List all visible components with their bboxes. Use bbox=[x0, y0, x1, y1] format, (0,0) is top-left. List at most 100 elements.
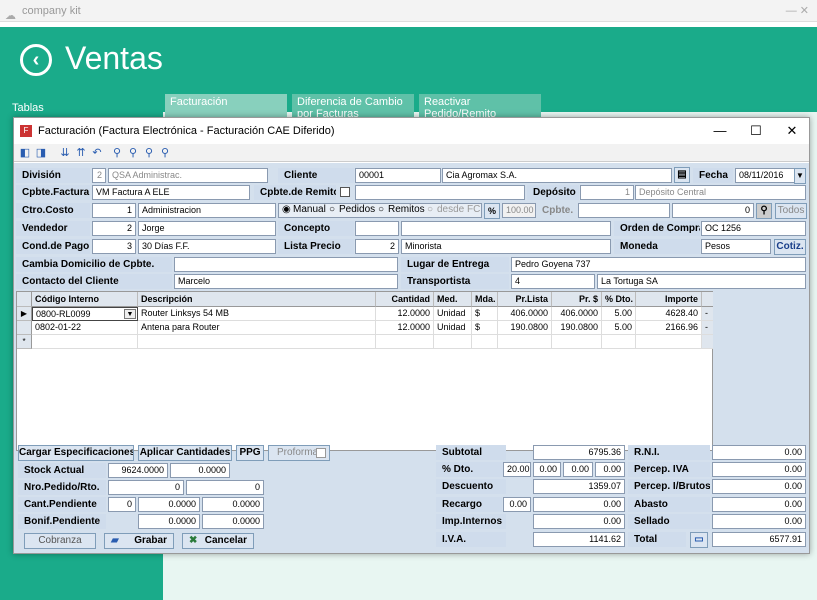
new-row-prlista[interactable] bbox=[498, 335, 552, 349]
stock-actual-field-2[interactable]: 0.0000 bbox=[170, 463, 230, 478]
cpbte-num-field[interactable]: 0 bbox=[672, 203, 754, 218]
cliente-code-field[interactable]: 00001 bbox=[355, 168, 441, 183]
undo-icon[interactable]: ↶ bbox=[90, 146, 104, 160]
contacto-field[interactable]: Marcelo bbox=[174, 274, 398, 289]
new-row-marker[interactable]: * bbox=[17, 335, 32, 349]
row-1-importe[interactable]: 4628.40 bbox=[636, 307, 702, 321]
cpbte-factura-field[interactable]: VM Factura A ELE bbox=[92, 185, 250, 200]
cpbte-remito-field[interactable] bbox=[355, 185, 525, 200]
header-mda[interactable]: Mda. bbox=[472, 292, 498, 307]
new-row-codigo[interactable] bbox=[32, 335, 138, 349]
pct-button[interactable]: % bbox=[484, 203, 500, 219]
minimize-icon[interactable]: — bbox=[710, 122, 730, 140]
row-1-mda[interactable]: $ bbox=[472, 307, 498, 321]
dto-field-1[interactable]: 20.00 bbox=[503, 462, 531, 477]
radio-manual-label[interactable]: Manual bbox=[293, 203, 326, 217]
header-cantidad[interactable]: Cantidad bbox=[376, 292, 434, 307]
cant-pendiente-field[interactable]: 0 bbox=[108, 497, 136, 512]
cobranza-button[interactable]: Cobranza bbox=[24, 533, 96, 549]
radio-pedidos-icon[interactable]: ○ bbox=[329, 203, 335, 217]
row-2-med[interactable]: Unidad bbox=[434, 321, 472, 335]
orden-compra-field[interactable]: OC 1256 bbox=[701, 221, 806, 236]
row-2-dto[interactable]: 5.00 bbox=[602, 321, 636, 335]
recargo-pct-field[interactable]: 0.00 bbox=[503, 497, 531, 512]
fecha-dropdown-icon[interactable]: ▼ bbox=[794, 168, 806, 184]
cargar-especificaciones-button[interactable]: Cargar Especificaciones bbox=[18, 445, 134, 461]
row-2-prlista[interactable]: 190.0800 bbox=[498, 321, 552, 335]
row-2-pr[interactable]: 190.0800 bbox=[552, 321, 602, 335]
concepto-name-field[interactable] bbox=[401, 221, 611, 236]
row-1-prlista[interactable]: 406.0000 bbox=[498, 307, 552, 321]
radio-pedidos-label[interactable]: Pedidos bbox=[339, 203, 375, 217]
dto-field-2[interactable]: 0.00 bbox=[533, 462, 561, 477]
cpbte-remito-checkbox[interactable] bbox=[340, 187, 350, 197]
deposito-code-field[interactable]: 1 bbox=[580, 185, 634, 200]
lista-code-field[interactable]: 2 bbox=[355, 239, 399, 254]
cliente-lookup-icon[interactable]: ▤ bbox=[674, 167, 690, 183]
division-name-field[interactable]: QSA Administrac. bbox=[108, 168, 268, 183]
cambia-domicilio-field[interactable] bbox=[174, 257, 398, 272]
new-row-med[interactable] bbox=[434, 335, 472, 349]
row-2-mda[interactable]: $ bbox=[472, 321, 498, 335]
bonif-pendiente-field[interactable]: 0.0000 bbox=[138, 514, 200, 529]
row-1-desc[interactable]: Router Linksys 54 MB bbox=[138, 307, 376, 321]
cant-pendiente-field-2[interactable]: 0.0000 bbox=[138, 497, 200, 512]
cond-code-field[interactable]: 3 bbox=[92, 239, 136, 254]
next-record-icon[interactable]: ◨ bbox=[34, 146, 48, 160]
bonif-pendiente-field-2[interactable]: 0.0000 bbox=[202, 514, 264, 529]
header-importe[interactable]: Importe bbox=[636, 292, 702, 307]
dto-field-3[interactable]: 0.00 bbox=[563, 462, 593, 477]
cancelar-label[interactable]: Cancelar bbox=[205, 535, 247, 546]
aplicar-cantidades-button[interactable]: Aplicar Cantidades bbox=[138, 445, 232, 461]
row-2-importe[interactable]: 2166.96 bbox=[636, 321, 702, 335]
grabar-button[interactable]: ▰ Grabar bbox=[104, 533, 174, 549]
search-next-icon[interactable]: ⚲ bbox=[126, 146, 140, 160]
dto-field-4[interactable]: 0.00 bbox=[595, 462, 625, 477]
row-1-dto[interactable]: 5.00 bbox=[602, 307, 636, 321]
row-1-codigo[interactable]: 0800-RL0099 ▼ bbox=[32, 307, 138, 321]
transp-name-field[interactable]: La Tortuga SA bbox=[597, 274, 806, 289]
grabar-label[interactable]: Grabar bbox=[134, 535, 167, 546]
new-row-desc[interactable] bbox=[138, 335, 376, 349]
stock-actual-field[interactable]: 9624.0000 bbox=[108, 463, 168, 478]
header-med[interactable]: Med. bbox=[434, 292, 472, 307]
maximize-icon[interactable]: ☐ bbox=[746, 122, 766, 140]
vendedor-code-field[interactable]: 2 bbox=[92, 221, 136, 236]
fecha-field[interactable]: 08/11/2016 bbox=[735, 168, 795, 183]
nro-rto-field[interactable]: 0 bbox=[186, 480, 264, 495]
header-prlista[interactable]: Pr.Lista bbox=[498, 292, 552, 307]
new-row-dto[interactable] bbox=[602, 335, 636, 349]
concepto-code-field[interactable] bbox=[355, 221, 399, 236]
nro-pedido-field[interactable]: 0 bbox=[108, 480, 184, 495]
row-marker[interactable]: ▶ bbox=[17, 307, 32, 321]
tab-facturacion[interactable]: Facturación bbox=[165, 94, 287, 118]
new-row-importe[interactable] bbox=[636, 335, 702, 349]
close-icon[interactable]: ✕ bbox=[782, 122, 802, 140]
new-row-cant[interactable] bbox=[376, 335, 434, 349]
back-arrow-icon[interactable]: ‹ bbox=[20, 44, 52, 76]
save-up-icon[interactable]: ⇈ bbox=[74, 146, 88, 160]
row-1-cant[interactable]: 12.0000 bbox=[376, 307, 434, 321]
moneda-field[interactable]: Pesos bbox=[701, 239, 771, 254]
cpbte-series-field[interactable] bbox=[578, 203, 670, 218]
ppg-button[interactable]: PPG bbox=[236, 445, 264, 461]
cotiz-button[interactable]: Cotiz. bbox=[774, 239, 806, 255]
header-codigo[interactable]: Código Interno bbox=[32, 292, 138, 307]
cant-pendiente-field-3[interactable]: 0.0000 bbox=[202, 497, 264, 512]
tab-diferencia-cambio[interactable]: Diferencia de Cambio por Facturas bbox=[292, 94, 414, 118]
os-window-controls[interactable]: — ✕ bbox=[786, 0, 809, 22]
header-dto[interactable]: % Dto. bbox=[602, 292, 636, 307]
new-row-pr[interactable] bbox=[552, 335, 602, 349]
deposito-name-field[interactable]: Depósito Central bbox=[635, 185, 806, 200]
save-down-icon[interactable]: ⇊ bbox=[58, 146, 72, 160]
row-2-cant[interactable]: 12.0000 bbox=[376, 321, 434, 335]
first-record-icon[interactable]: ◧ bbox=[18, 146, 32, 160]
vendedor-name-field[interactable]: Jorge bbox=[138, 221, 276, 236]
search-icon[interactable]: ⚲ bbox=[110, 146, 124, 160]
radio-remitos-icon[interactable]: ○ bbox=[378, 203, 384, 217]
total-detail-icon[interactable]: ▭ bbox=[690, 532, 708, 548]
lugar-entrega-field[interactable]: Pedro Goyena 737 bbox=[511, 257, 806, 272]
row-1-codigo-text[interactable]: 0800-RL0099 bbox=[36, 309, 91, 319]
tab-reactivar-pedido[interactable]: Reactivar Pedido/Remito facturado bbox=[419, 94, 541, 118]
lista-name-field[interactable]: Minorista bbox=[401, 239, 611, 254]
